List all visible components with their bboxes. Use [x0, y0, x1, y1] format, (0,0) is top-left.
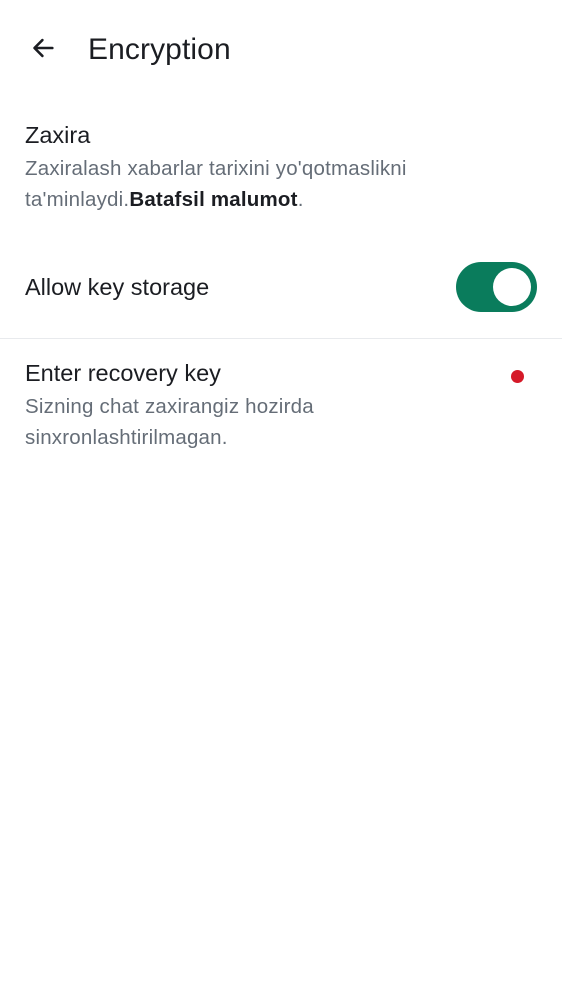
divider: [0, 338, 562, 339]
backup-heading: Zaxira: [25, 122, 91, 148]
top-app-bar: Encryption: [0, 0, 562, 100]
allow-key-storage-label: Allow key storage: [25, 274, 210, 300]
enter-recovery-key-row[interactable]: Enter recovery key Sizning chat zaxirang…: [0, 355, 562, 465]
arrow-left-icon: [29, 34, 57, 67]
backup-section: Zaxira Zaxiralash xabarlar tarixini yo'q…: [25, 120, 525, 215]
alert-dot-icon: [511, 370, 524, 383]
encryption-screen: Encryption Zaxira Zaxiralash xabarlar ta…: [0, 0, 562, 1000]
allow-key-storage-row[interactable]: Allow key storage: [0, 258, 562, 318]
page-title: Encryption: [88, 33, 231, 66]
allow-key-storage-toggle[interactable]: [456, 262, 537, 312]
recovery-key-description: Sizning chat zaxirangiz hozirda sinxronl…: [25, 395, 314, 449]
backup-description-end: .: [297, 188, 304, 211]
backup-description: Zaxiralash xabarlar tarixini yo'qotmasli…: [25, 153, 525, 215]
recovery-key-title: Enter recovery key: [25, 360, 221, 386]
learn-more-link[interactable]: Batafsil malumot: [129, 188, 297, 211]
back-button[interactable]: [22, 30, 64, 70]
toggle-knob: [493, 268, 531, 306]
